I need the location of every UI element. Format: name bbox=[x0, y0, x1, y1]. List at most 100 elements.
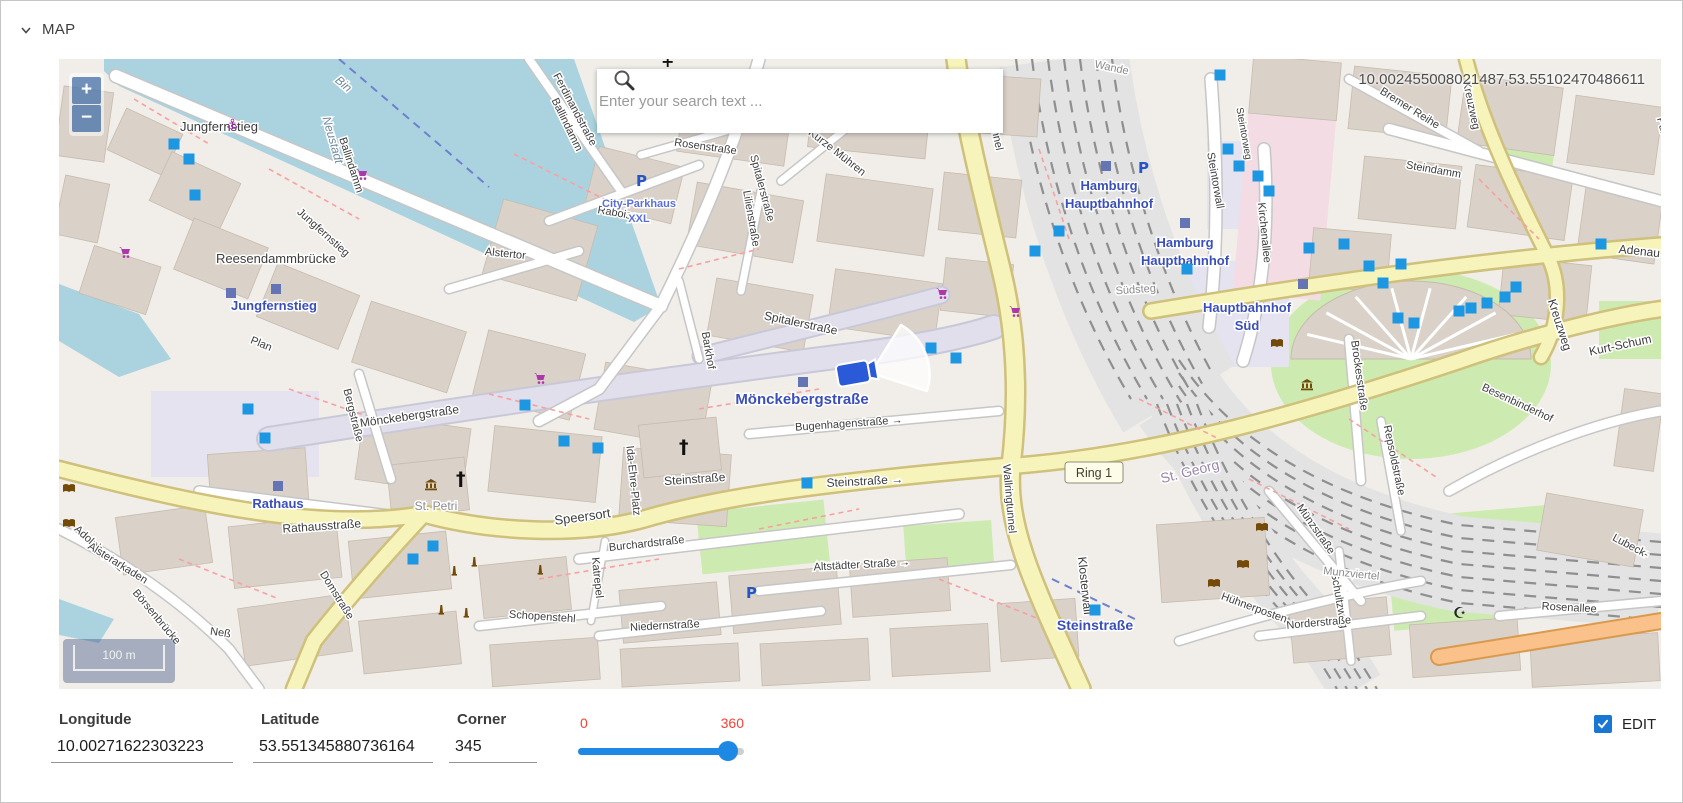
map-node[interactable] bbox=[1054, 226, 1065, 237]
map-node[interactable] bbox=[1234, 161, 1245, 172]
map-node[interactable] bbox=[593, 443, 604, 454]
station-label: Rathaus bbox=[252, 496, 303, 511]
corner-field: Corner bbox=[449, 711, 537, 763]
map-node[interactable] bbox=[1223, 144, 1234, 155]
map-node-secondary[interactable] bbox=[273, 481, 283, 491]
map-node[interactable] bbox=[1030, 246, 1041, 257]
edit-label: EDIT bbox=[1622, 716, 1656, 733]
anchor-icon: ⚓ bbox=[226, 117, 239, 133]
corner-label: Corner bbox=[449, 711, 537, 728]
zoom-in-button[interactable]: + bbox=[72, 77, 101, 104]
street-label: Reesendammbrücke bbox=[216, 251, 336, 266]
map-node[interactable] bbox=[1253, 171, 1264, 182]
map-node[interactable] bbox=[190, 190, 201, 201]
cross-icon: † bbox=[456, 468, 466, 490]
map-node[interactable] bbox=[260, 433, 271, 444]
parking-icon: P bbox=[746, 584, 757, 602]
map-node[interactable] bbox=[951, 353, 962, 364]
map-node[interactable] bbox=[1393, 313, 1404, 324]
map-node[interactable] bbox=[520, 400, 531, 411]
zoom-control: + − bbox=[69, 73, 104, 136]
map-node[interactable] bbox=[802, 478, 813, 489]
street-label: St. Petri bbox=[415, 499, 458, 513]
map-node-secondary[interactable] bbox=[1101, 161, 1111, 171]
station-label: Mönckebergstraße bbox=[735, 391, 868, 408]
corner-slider-fill bbox=[578, 748, 728, 755]
longitude-field: Longitude bbox=[51, 711, 233, 763]
building bbox=[620, 643, 740, 687]
map-node-secondary[interactable] bbox=[1298, 279, 1308, 289]
book-icon bbox=[1237, 560, 1249, 568]
latitude-label: Latitude bbox=[253, 711, 433, 728]
map-node[interactable] bbox=[1511, 282, 1522, 293]
map-node[interactable] bbox=[1304, 243, 1315, 254]
map-node[interactable] bbox=[243, 404, 254, 415]
map-node[interactable] bbox=[184, 154, 195, 165]
map-node-secondary[interactable] bbox=[226, 288, 236, 298]
latitude-field: Latitude bbox=[253, 711, 433, 763]
building bbox=[490, 637, 601, 686]
map-node-secondary[interactable] bbox=[798, 377, 808, 387]
map-node[interactable] bbox=[1500, 292, 1511, 303]
map-node[interactable] bbox=[1596, 239, 1607, 250]
parking-icon: P bbox=[636, 172, 647, 190]
corner-input[interactable] bbox=[449, 736, 537, 763]
map-node[interactable] bbox=[408, 554, 419, 565]
edit-toggle: EDIT bbox=[1594, 715, 1656, 733]
scale-bar: 100 m bbox=[63, 639, 175, 683]
cross-icon: † bbox=[679, 436, 689, 458]
street-label: Jungfernstieg bbox=[180, 119, 258, 134]
section-title: MAP bbox=[42, 21, 75, 38]
building bbox=[760, 638, 870, 686]
map-node[interactable] bbox=[926, 343, 937, 354]
chevron-down-icon[interactable] bbox=[19, 23, 33, 37]
corner-slider-thumb[interactable] bbox=[718, 741, 738, 761]
map-node[interactable] bbox=[1339, 239, 1350, 250]
map-node[interactable] bbox=[1454, 306, 1465, 317]
zoom-out-button[interactable]: − bbox=[72, 105, 101, 132]
parking-icon: P bbox=[1138, 159, 1149, 177]
map-node-secondary[interactable] bbox=[271, 284, 281, 294]
map-node[interactable] bbox=[1364, 261, 1375, 272]
check-icon bbox=[1596, 717, 1610, 731]
latitude-input[interactable] bbox=[253, 736, 433, 763]
camera-rect bbox=[835, 360, 870, 387]
book-icon bbox=[63, 519, 75, 527]
edit-checkbox[interactable] bbox=[1594, 715, 1612, 733]
longitude-input[interactable] bbox=[51, 736, 233, 763]
map-node[interactable] bbox=[1396, 259, 1407, 270]
mosque-icon: ☪ bbox=[1453, 604, 1466, 622]
map-node[interactable] bbox=[1090, 605, 1101, 616]
map-node[interactable] bbox=[1215, 70, 1226, 81]
station-label: XXL bbox=[628, 213, 650, 225]
map-node[interactable] bbox=[1482, 298, 1493, 309]
route-badge-label: Ring 1 bbox=[1076, 466, 1112, 480]
longitude-label: Longitude bbox=[51, 711, 233, 728]
map-node[interactable] bbox=[1466, 303, 1477, 314]
slider-min-label: 0 bbox=[580, 715, 588, 731]
map-node[interactable] bbox=[1264, 186, 1275, 197]
map-node-secondary[interactable] bbox=[1180, 218, 1190, 228]
station-label: Steinstraße bbox=[1057, 617, 1133, 633]
station-label: Hamburg bbox=[1156, 235, 1213, 250]
map-search-box[interactable] bbox=[597, 69, 1003, 133]
map-node[interactable] bbox=[428, 541, 439, 552]
map-node[interactable] bbox=[169, 139, 180, 150]
building bbox=[1156, 517, 1269, 602]
building bbox=[1567, 95, 1661, 175]
map-section-header[interactable]: MAP bbox=[19, 21, 75, 38]
map-canvas[interactable]: JungfernstiegJungfernstiegReesendammbrüc… bbox=[59, 59, 1661, 689]
station-label: Hamburg bbox=[1080, 178, 1137, 193]
map-node[interactable] bbox=[1182, 264, 1193, 275]
map-node[interactable] bbox=[559, 436, 570, 447]
station-label: Hauptbahnhof bbox=[1203, 300, 1292, 315]
station-label: Hauptbahnhof bbox=[1065, 196, 1154, 211]
building bbox=[358, 611, 461, 674]
search-input[interactable] bbox=[597, 92, 1003, 111]
map-node[interactable] bbox=[1409, 318, 1420, 329]
station-label: City-Parkhaus bbox=[602, 198, 676, 210]
map-node[interactable] bbox=[1378, 278, 1389, 289]
map-svg: JungfernstiegJungfernstiegReesendammbrüc… bbox=[59, 59, 1661, 689]
slider-max-label: 360 bbox=[721, 715, 744, 731]
map-widget-page: MAP JungfernstiegJungfernstiegReesendamm… bbox=[0, 0, 1683, 803]
